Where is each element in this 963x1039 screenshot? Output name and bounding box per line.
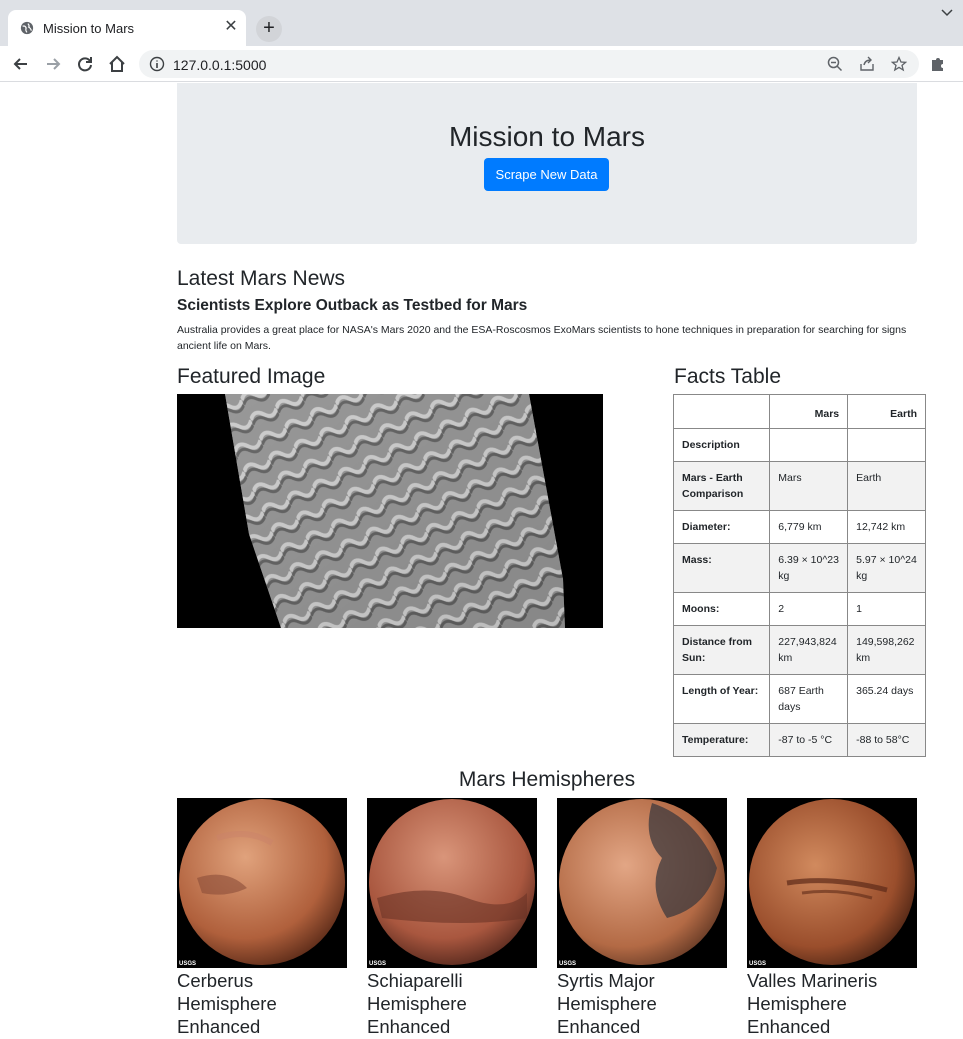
hemisphere-card[interactable]: USGS Schiaparelli Hemisphere Enhanced: [367, 798, 537, 1038]
browser-tab[interactable]: Mission to Mars ✕: [8, 10, 246, 46]
tab-title: Mission to Mars: [43, 21, 135, 36]
row-label: Mars - Earth Comparison: [672, 461, 771, 511]
share-icon[interactable]: [859, 56, 875, 72]
scrape-new-data-button[interactable]: Scrape New Data: [484, 158, 609, 191]
hemisphere-title[interactable]: Valles Marineris Hemisphere Enhanced: [747, 969, 917, 1038]
star-icon[interactable]: [891, 56, 907, 72]
news-paragraph: Australia provides a great place for NAS…: [177, 324, 907, 352]
table-cell: 365.24 days: [847, 674, 926, 724]
table-cell: 687 Earth days: [769, 674, 849, 724]
usgs-watermark: USGS: [749, 961, 767, 967]
table-cell: -87 to -5 °C: [769, 723, 849, 757]
hemisphere-image[interactable]: USGS: [367, 798, 537, 968]
usgs-watermark: USGS: [559, 961, 577, 967]
row-label: Distance from Sun:: [672, 625, 771, 675]
table-row: Moons: 2 1: [672, 592, 926, 626]
url-text[interactable]: 127.0.0.1:5000: [173, 57, 266, 73]
table-cell: [847, 428, 926, 462]
puzzle-icon[interactable]: [929, 55, 947, 73]
forward-arrow-icon[interactable]: [43, 54, 63, 74]
news-title: Scientists Explore Outback as Testbed fo…: [177, 297, 528, 314]
hemisphere-card[interactable]: USGS Valles Marineris Hemisphere Enhance…: [747, 798, 917, 1038]
row-label: Diameter:: [672, 510, 771, 544]
hemisphere-card[interactable]: USGS Cerberus Hemisphere Enhanced: [177, 798, 347, 1038]
row-label: Description: [672, 428, 771, 462]
page-content: Mission to Mars Scrape New Data Latest M…: [0, 83, 963, 1039]
table-cell: 227,943,824 km: [769, 625, 849, 675]
reload-icon[interactable]: [75, 54, 95, 74]
featured-image-heading: Featured Image: [177, 365, 326, 388]
table-header-row: Mars Earth: [672, 394, 926, 429]
info-icon[interactable]: [149, 56, 165, 72]
table-header-cell: [672, 394, 771, 429]
hemisphere-card[interactable]: USGS Syrtis Major Hemisphere Enhanced: [557, 798, 727, 1038]
jumbotron: Mission to Mars Scrape New Data: [177, 83, 917, 244]
row-label: Temperature:: [672, 723, 771, 757]
zoom-icon[interactable]: [827, 56, 843, 72]
hemisphere-title[interactable]: Syrtis Major Hemisphere Enhanced: [557, 969, 727, 1038]
page-title: Mission to Mars: [448, 121, 646, 152]
hemisphere-image[interactable]: USGS: [177, 798, 347, 968]
hemispheres-heading: Mars Hemispheres: [458, 768, 636, 791]
table-header-cell: Mars: [769, 394, 849, 429]
usgs-watermark: USGS: [179, 961, 197, 967]
table-cell: 2: [769, 592, 849, 626]
home-icon[interactable]: [107, 54, 127, 74]
table-cell: 1: [847, 592, 926, 626]
table-cell: Mars: [769, 461, 849, 511]
back-arrow-icon[interactable]: [11, 54, 31, 74]
table-row: Distance from Sun: 227,943,824 km 149,59…: [672, 625, 926, 675]
browser-toolbar: 127.0.0.1:5000: [0, 46, 963, 82]
table-row: Mars - Earth Comparison Mars Earth: [672, 461, 926, 511]
chevron-down-icon[interactable]: [940, 6, 954, 20]
table-row: Mass: 6.39 × 10^23 kg 5.97 × 10^24 kg: [672, 543, 926, 593]
table-cell: -88 to 58°C: [847, 723, 926, 757]
address-bar[interactable]: 127.0.0.1:5000: [139, 50, 919, 78]
table-cell: [769, 428, 849, 462]
facts-heading: Facts Table: [674, 365, 781, 388]
news-heading: Latest Mars News: [177, 267, 346, 290]
table-cell: 6.39 × 10^23 kg: [769, 543, 849, 593]
plus-icon[interactable]: +: [256, 16, 282, 42]
table-cell: 149,598,262 km: [847, 625, 926, 675]
table-header-cell: Earth: [847, 394, 926, 429]
table-row: Temperature: -87 to -5 °C -88 to 58°C: [672, 723, 926, 757]
close-icon[interactable]: ✕: [222, 18, 240, 36]
table-cell: Earth: [847, 461, 926, 511]
facts-table: Mars Earth Description Mars - Earth Comp…: [672, 394, 926, 757]
row-label: Length of Year:: [672, 674, 771, 724]
tab-strip: Mission to Mars ✕ +: [0, 0, 963, 46]
globe-icon: [20, 21, 34, 35]
hemisphere-image[interactable]: USGS: [747, 798, 917, 968]
hemisphere-title[interactable]: Cerberus Hemisphere Enhanced: [177, 969, 347, 1038]
usgs-watermark: USGS: [369, 961, 387, 967]
hemisphere-image[interactable]: USGS: [557, 798, 727, 968]
table-cell: 6,779 km: [769, 510, 849, 544]
row-label: Moons:: [672, 592, 771, 626]
table-row: Length of Year: 687 Earth days 365.24 da…: [672, 674, 926, 724]
table-row: Diameter: 6,779 km 12,742 km: [672, 510, 926, 544]
row-label: Mass:: [672, 543, 771, 593]
featured-image: [177, 394, 603, 628]
hemisphere-title[interactable]: Schiaparelli Hemisphere Enhanced: [367, 969, 537, 1038]
table-cell: 12,742 km: [847, 510, 926, 544]
table-cell: 5.97 × 10^24 kg: [847, 543, 926, 593]
table-row: Description: [672, 428, 926, 462]
